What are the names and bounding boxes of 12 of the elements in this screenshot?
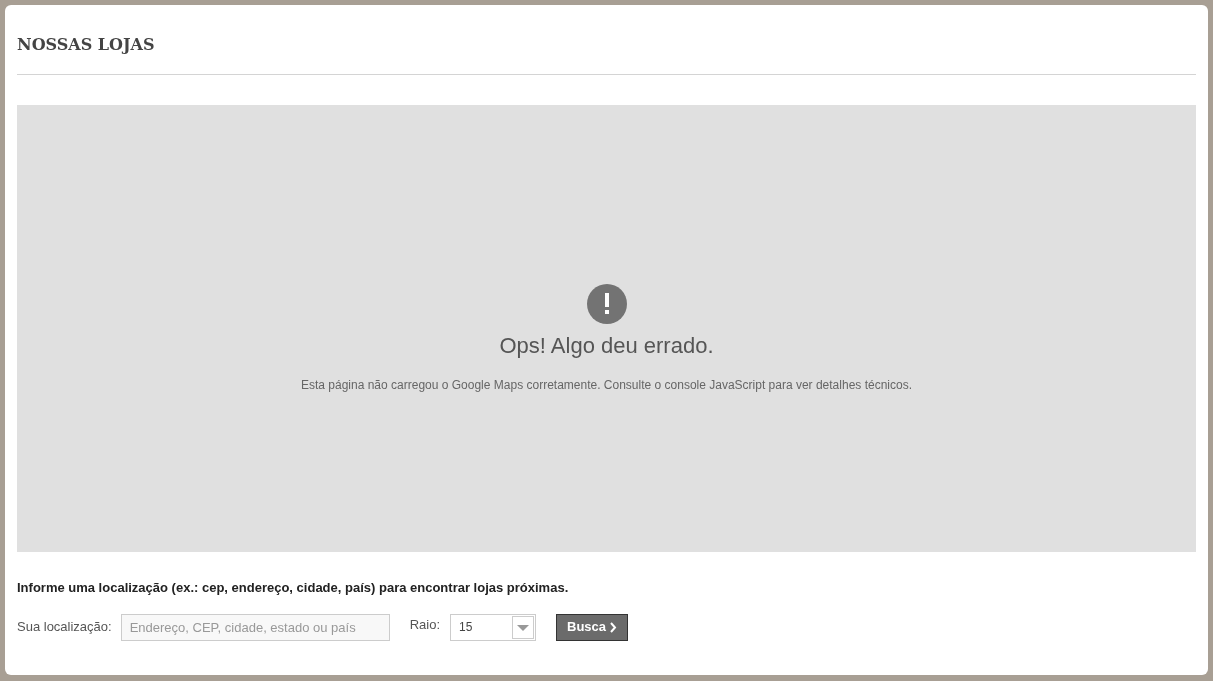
location-field[interactable]: Endereço, CEP, cidade, estado ou país	[120, 613, 390, 641]
instructions-text: Informe uma localização (ex.: cep, endereço, cidade, país) para encontrar lojas próximas.	[17, 579, 569, 597]
page-title: NOSSAS LOJAS	[17, 34, 155, 56]
location-label: Sua localização:	[17, 618, 112, 637]
radius-select[interactable]: 15	[450, 613, 537, 641]
warning-icon	[586, 283, 627, 324]
error-title: Ops! Algo deu errado.	[499, 331, 714, 360]
search-button[interactable]: Busca	[556, 613, 629, 641]
radius-label: Raio:	[409, 616, 441, 635]
error-message: Esta página não carregou o Google Maps corretamente. Consulte o console JavaScript para ver detalhes técnicos.	[301, 376, 912, 394]
chevron-right-icon	[610, 621, 618, 633]
dropdown-caret-icon	[512, 615, 535, 639]
